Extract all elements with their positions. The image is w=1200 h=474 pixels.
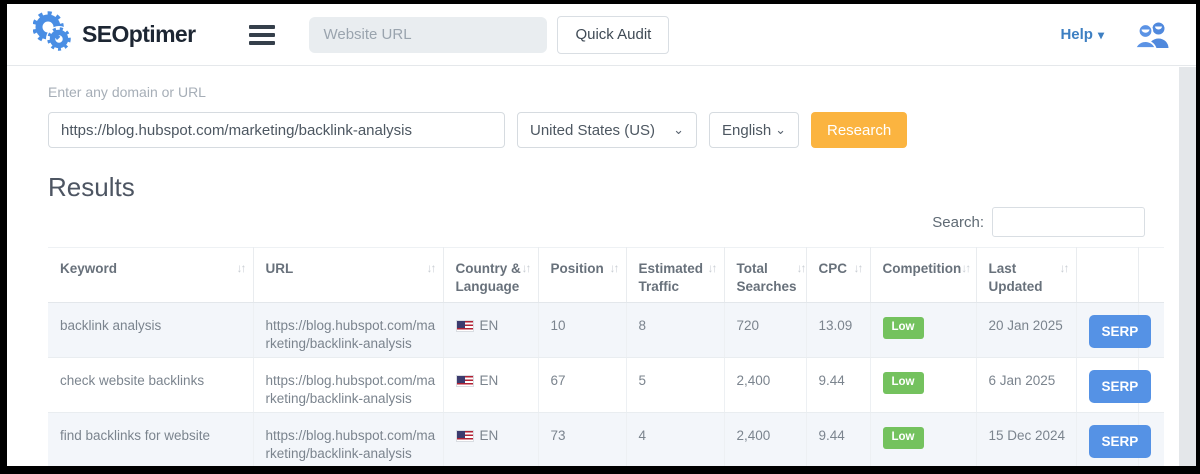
help-label: Help [1060, 26, 1093, 43]
cell-url: https://blog.hubspot.com/marketing/backl… [253, 413, 443, 468]
serp-button[interactable]: SERP [1089, 370, 1152, 403]
cell-last-updated: 20 Jan 2025 [976, 303, 1076, 358]
website-url-input[interactable] [309, 17, 547, 53]
cell-competition: Low [870, 413, 976, 468]
page-scrollbar[interactable] [1179, 67, 1196, 466]
table-row: find backlinks for website https://blog.… [48, 413, 1164, 468]
col-header-position[interactable]: Position↓↑ [538, 248, 626, 303]
cell-total-searches: 720 [724, 303, 806, 358]
cell-cpc: 9.44 [806, 413, 870, 468]
us-flag-icon [456, 375, 474, 387]
serp-button[interactable]: SERP [1089, 315, 1152, 348]
quick-audit-button[interactable]: Quick Audit [557, 16, 669, 54]
sort-icon: ↓↑ [237, 260, 249, 276]
sort-icon: ↓↑ [854, 260, 866, 276]
cell-position: 73 [538, 413, 626, 468]
cell-cpc: 13.09 [806, 303, 870, 358]
cell-url: https://blog.hubspot.com/marketing/backl… [253, 358, 443, 413]
sort-icon: ↓↑ [427, 260, 439, 276]
us-flag-icon [456, 430, 474, 442]
col-header-competition[interactable]: Competition↓↑ [870, 248, 976, 303]
cell-country-language: EN [443, 303, 538, 358]
sort-icon: ↓↑ [708, 260, 720, 276]
col-header-cpc[interactable]: CPC↓↑ [806, 248, 870, 303]
us-flag-icon [456, 320, 474, 332]
table-row: backlink analysis https://blog.hubspot.c… [48, 303, 1164, 358]
search-label: Search: [932, 214, 984, 231]
top-navbar: SEOptimer Quick Audit Help ▾ [7, 4, 1196, 66]
domain-url-input[interactable] [48, 112, 505, 148]
sort-icon: ↓↑ [961, 260, 973, 276]
col-header-url[interactable]: URL↓↑ [253, 248, 443, 303]
serp-button[interactable]: SERP [1089, 425, 1152, 458]
sort-icon: ↓↑ [522, 260, 534, 276]
cell-keyword: find backlinks for website [48, 413, 253, 468]
cell-competition: Low [870, 358, 976, 413]
chevron-down-icon: ⌄ [673, 122, 684, 138]
country-select[interactable]: United States (US) ⌄ [517, 112, 697, 148]
language-selected-value: English [722, 122, 771, 139]
chevron-down-icon: ⌄ [775, 122, 786, 138]
cell-serp: SERP [1076, 303, 1138, 358]
cell-country-language: EN [443, 358, 538, 413]
table-header-row: Keyword↓↑ URL↓↑ Country & Language↓↑ Pos… [48, 248, 1164, 303]
research-form: United States (US) ⌄ English ⌄ Research [48, 112, 1155, 148]
sort-icon: ↓↑ [797, 260, 809, 276]
competition-badge: Low [883, 317, 924, 339]
col-header-total-searches[interactable]: Total Searches↓↑ [724, 248, 806, 303]
seoptimer-logo[interactable]: SEOptimer [33, 10, 195, 59]
app-window: SEOptimer Quick Audit Help ▾ [0, 0, 1200, 474]
cell-total-searches: 2,400 [724, 358, 806, 413]
country-selected-value: United States (US) [530, 122, 655, 139]
main-content: Enter any domain or URL United States (U… [7, 66, 1196, 468]
cell-url: https://blog.hubspot.com/marketing/backl… [253, 303, 443, 358]
topbar-right: Help ▾ [1060, 21, 1170, 48]
col-header-serp [1076, 248, 1138, 303]
cell-last-updated: 15 Dec 2024 [976, 413, 1076, 468]
col-header-estimated-traffic[interactable]: Estimated Traffic↓↑ [626, 248, 724, 303]
seoptimer-gears-icon [33, 10, 73, 59]
sort-icon: ↓↑ [1060, 260, 1072, 276]
domain-input-label: Enter any domain or URL [48, 84, 1155, 100]
competition-badge: Low [883, 427, 924, 449]
cell-country-language: EN [443, 413, 538, 468]
sort-icon: ↓↑ [610, 260, 622, 276]
caret-down-icon: ▾ [1098, 28, 1104, 42]
research-button[interactable]: Research [811, 112, 907, 148]
language-select[interactable]: English ⌄ [709, 112, 799, 148]
table-search-input[interactable] [992, 207, 1145, 237]
cell-keyword: check website backlinks [48, 358, 253, 413]
cell-keyword: backlink analysis [48, 303, 253, 358]
cell-cpc: 9.44 [806, 358, 870, 413]
cell-serp: SERP [1076, 413, 1138, 468]
col-header-last-updated[interactable]: Last Updated↓↑ [976, 248, 1076, 303]
col-header-country-language[interactable]: Country & Language↓↑ [443, 248, 538, 303]
account-users-icon[interactable] [1134, 21, 1170, 48]
cell-last-updated: 6 Jan 2025 [976, 358, 1076, 413]
table-row: check website backlinks https://blog.hub… [48, 358, 1164, 413]
cell-estimated-traffic: 4 [626, 413, 724, 468]
results-table-wrap: Keyword↓↑ URL↓↑ Country & Language↓↑ Pos… [48, 247, 1155, 468]
cell-estimated-traffic: 5 [626, 358, 724, 413]
table-search-row: Search: [48, 207, 1155, 237]
help-menu[interactable]: Help ▾ [1060, 26, 1104, 43]
cell-estimated-traffic: 8 [626, 303, 724, 358]
results-table: Keyword↓↑ URL↓↑ Country & Language↓↑ Pos… [48, 247, 1164, 468]
competition-badge: Low [883, 372, 924, 394]
hamburger-menu-icon[interactable] [249, 25, 275, 45]
col-header-clipped [1138, 248, 1164, 303]
cell-total-searches: 2,400 [724, 413, 806, 468]
col-header-keyword[interactable]: Keyword↓↑ [48, 248, 253, 303]
brand-name: SEOptimer [82, 21, 195, 48]
cell-position: 10 [538, 303, 626, 358]
cell-position: 67 [538, 358, 626, 413]
cell-competition: Low [870, 303, 976, 358]
cell-serp: SERP [1076, 358, 1138, 413]
results-heading: Results [48, 172, 1155, 203]
